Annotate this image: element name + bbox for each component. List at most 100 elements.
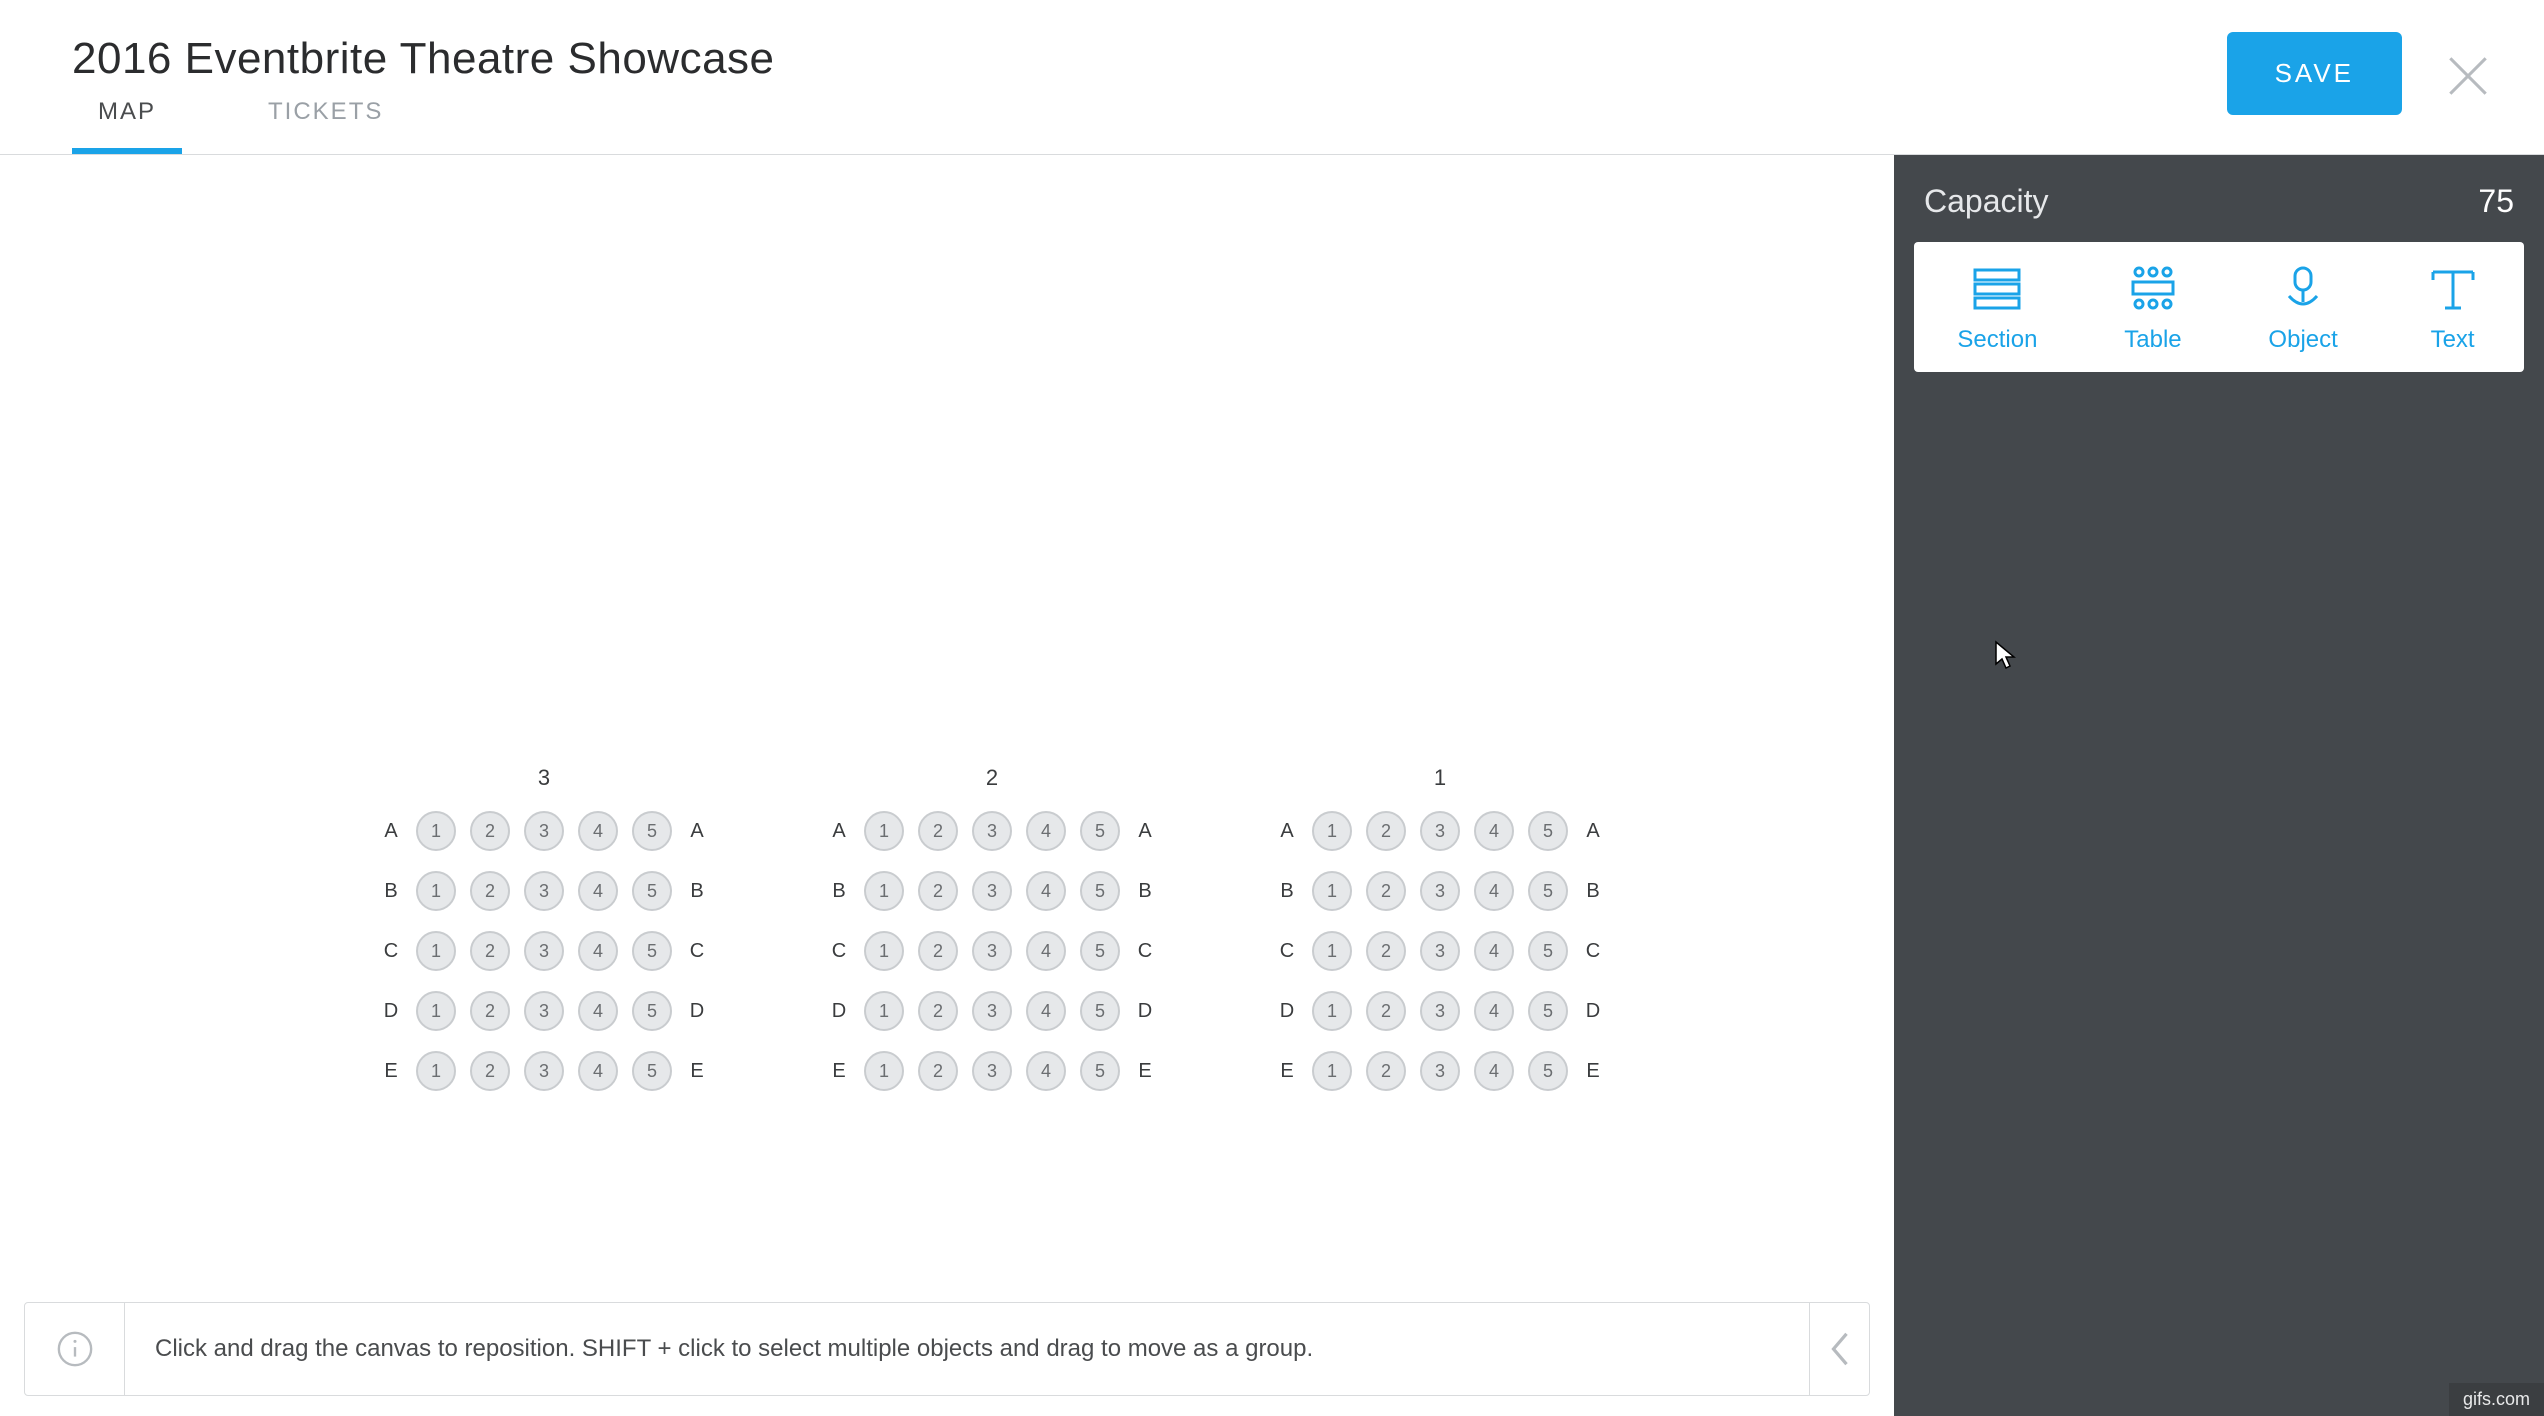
seat[interactable]: 2: [470, 991, 510, 1031]
seat[interactable]: 2: [918, 991, 958, 1031]
seat[interactable]: 4: [578, 871, 618, 911]
seat[interactable]: 1: [1312, 1051, 1352, 1091]
seat[interactable]: 3: [524, 991, 564, 1031]
seat[interactable]: 4: [1026, 991, 1066, 1031]
seat[interactable]: 2: [1366, 931, 1406, 971]
seat[interactable]: 2: [918, 1051, 958, 1091]
page-title: 2016 Eventbrite Theatre Showcase: [72, 34, 775, 84]
seat[interactable]: 3: [524, 931, 564, 971]
seat[interactable]: 4: [578, 931, 618, 971]
seat[interactable]: 2: [470, 811, 510, 851]
row-label-right: B: [1582, 880, 1604, 903]
seat[interactable]: 4: [1474, 811, 1514, 851]
seat[interactable]: 5: [632, 871, 672, 911]
seat[interactable]: 4: [1474, 1051, 1514, 1091]
seat[interactable]: 4: [1474, 871, 1514, 911]
seat[interactable]: 2: [470, 931, 510, 971]
row-label-right: C: [1134, 940, 1156, 963]
seat[interactable]: 1: [416, 871, 456, 911]
seat[interactable]: 5: [632, 1051, 672, 1091]
seat[interactable]: 5: [1528, 871, 1568, 911]
seat[interactable]: 3: [972, 991, 1012, 1031]
seat[interactable]: 1: [1312, 991, 1352, 1031]
tab-tickets[interactable]: TICKETS: [242, 80, 409, 154]
seat[interactable]: 1: [416, 931, 456, 971]
seat[interactable]: 1: [1312, 931, 1352, 971]
seat[interactable]: 5: [1080, 811, 1120, 851]
seat[interactable]: 3: [1420, 811, 1460, 851]
seat[interactable]: 4: [1026, 1051, 1066, 1091]
seat[interactable]: 2: [1366, 991, 1406, 1031]
seat[interactable]: 3: [1420, 991, 1460, 1031]
seat[interactable]: 4: [1026, 871, 1066, 911]
tool-table[interactable]: Table: [2110, 264, 2195, 354]
seat[interactable]: 2: [918, 931, 958, 971]
seat-section[interactable]: 3A12345AB12345BC12345CD12345DE12345E: [380, 765, 708, 1091]
seat[interactable]: 3: [1420, 871, 1460, 911]
seat[interactable]: 5: [632, 811, 672, 851]
seat[interactable]: 4: [1474, 931, 1514, 971]
seat[interactable]: 5: [1528, 931, 1568, 971]
seat[interactable]: 1: [416, 991, 456, 1031]
seat-row: E12345E: [1276, 1051, 1604, 1091]
text-icon: [2425, 264, 2481, 312]
hint-collapse-button[interactable]: [1809, 1303, 1869, 1395]
seat[interactable]: 5: [1080, 931, 1120, 971]
seat[interactable]: 4: [578, 811, 618, 851]
seat[interactable]: 2: [470, 871, 510, 911]
seat[interactable]: 2: [918, 871, 958, 911]
seat[interactable]: 3: [972, 811, 1012, 851]
save-button[interactable]: SAVE: [2227, 32, 2402, 115]
seat[interactable]: 3: [972, 871, 1012, 911]
seat[interactable]: 1: [864, 991, 904, 1031]
seat[interactable]: 3: [972, 1051, 1012, 1091]
seat[interactable]: 1: [864, 1051, 904, 1091]
seat-row: C12345C: [1276, 931, 1604, 971]
seat[interactable]: 4: [1026, 811, 1066, 851]
seat[interactable]: 5: [632, 931, 672, 971]
row-label-right: D: [1134, 1000, 1156, 1023]
close-button[interactable]: [2442, 50, 2494, 102]
tab-map[interactable]: MAP: [72, 80, 182, 154]
seat[interactable]: 5: [1528, 1051, 1568, 1091]
seat[interactable]: 1: [416, 811, 456, 851]
seat[interactable]: 4: [1026, 931, 1066, 971]
seat-section[interactable]: 2A12345AB12345BC12345CD12345DE12345E: [828, 765, 1156, 1091]
row-label-left: E: [1276, 1060, 1298, 1083]
seat-map-canvas[interactable]: 3A12345AB12345BC12345CD12345DE12345E2A12…: [0, 155, 1894, 1416]
seat[interactable]: 1: [864, 931, 904, 971]
seat[interactable]: 5: [1080, 1051, 1120, 1091]
seat[interactable]: 3: [1420, 931, 1460, 971]
seat[interactable]: 2: [1366, 871, 1406, 911]
row-label-left: C: [380, 940, 402, 963]
tool-text[interactable]: Text: [2411, 264, 2495, 354]
seat[interactable]: 5: [632, 991, 672, 1031]
watermark: gifs.com: [2449, 1383, 2544, 1416]
seat[interactable]: 3: [524, 1051, 564, 1091]
seat[interactable]: 5: [1080, 871, 1120, 911]
seat[interactable]: 2: [918, 811, 958, 851]
seat[interactable]: 5: [1528, 991, 1568, 1031]
seat[interactable]: 4: [1474, 991, 1514, 1031]
seat[interactable]: 1: [864, 871, 904, 911]
seat[interactable]: 4: [578, 1051, 618, 1091]
row-label-right: D: [1582, 1000, 1604, 1023]
seat[interactable]: 3: [524, 811, 564, 851]
seat[interactable]: 5: [1528, 811, 1568, 851]
seat[interactable]: 2: [1366, 1051, 1406, 1091]
tool-section[interactable]: Section: [1943, 264, 2051, 354]
tool-object[interactable]: Object: [2254, 264, 2351, 354]
seat[interactable]: 3: [524, 871, 564, 911]
seat[interactable]: 4: [578, 991, 618, 1031]
seat[interactable]: 3: [1420, 1051, 1460, 1091]
seat[interactable]: 5: [1080, 991, 1120, 1031]
seat[interactable]: 3: [972, 931, 1012, 971]
seat[interactable]: 1: [416, 1051, 456, 1091]
seat[interactable]: 1: [1312, 811, 1352, 851]
seat-section[interactable]: 1A12345AB12345BC12345CD12345DE12345E: [1276, 765, 1604, 1091]
seat[interactable]: 1: [1312, 871, 1352, 911]
row-label-right: A: [686, 820, 708, 843]
seat[interactable]: 1: [864, 811, 904, 851]
seat[interactable]: 2: [470, 1051, 510, 1091]
seat[interactable]: 2: [1366, 811, 1406, 851]
